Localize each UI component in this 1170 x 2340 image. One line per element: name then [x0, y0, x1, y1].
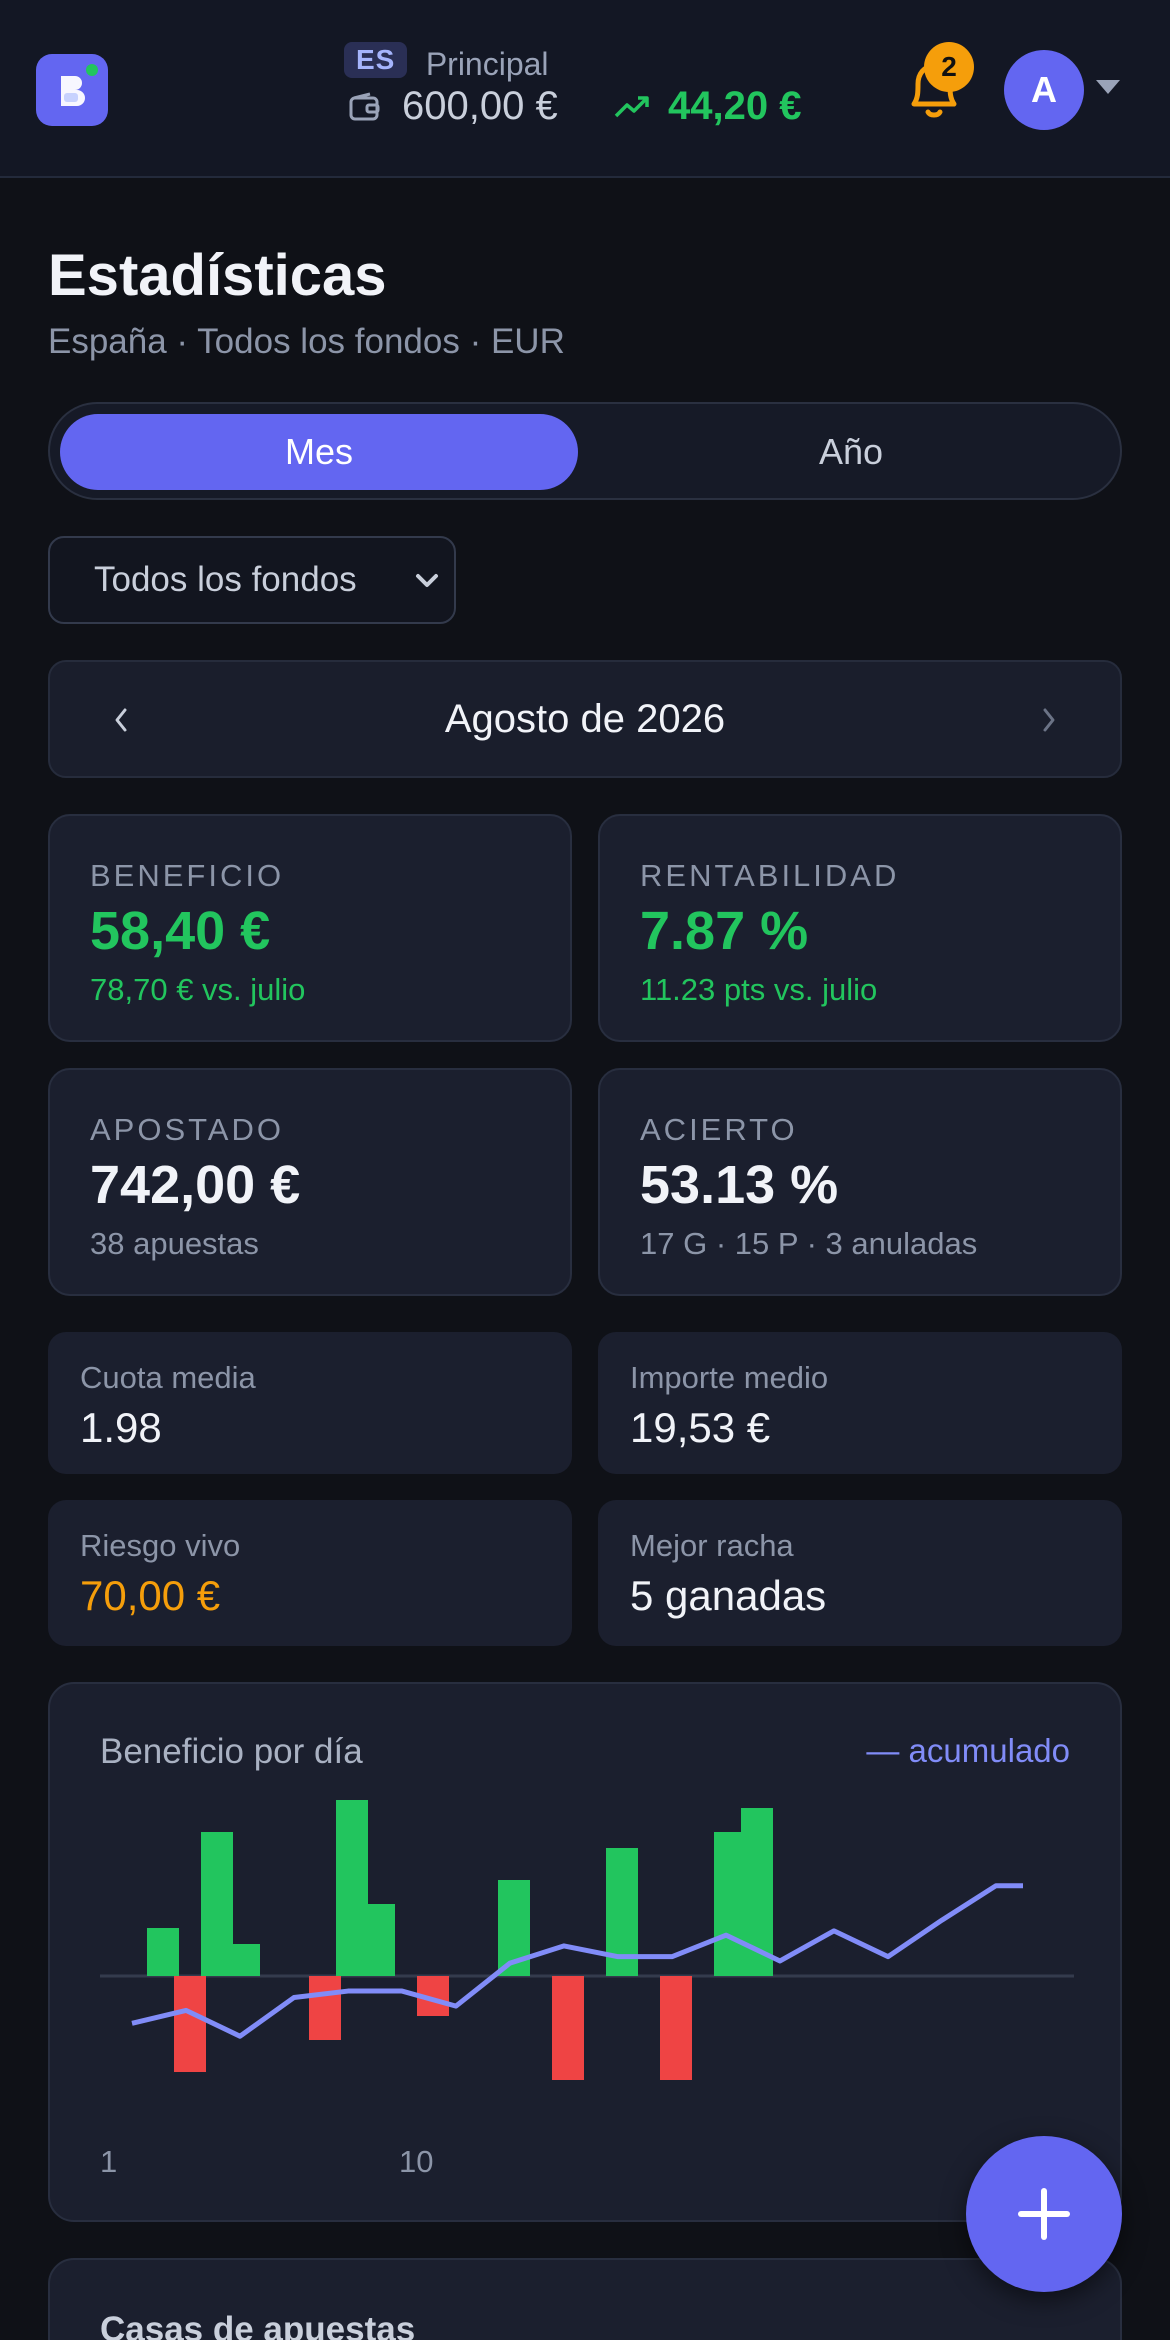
profit: 44,20 €	[614, 84, 801, 129]
account-selector[interactable]: ES Principal	[344, 42, 549, 83]
page-subtitle: España · Todos los fondos · EUR	[48, 322, 565, 361]
chevron-down-icon	[416, 574, 438, 587]
chart-legend: — acumulado	[866, 1732, 1070, 1769]
card-sub: 38 apuestas	[90, 1226, 259, 1261]
app-logo[interactable]	[36, 54, 108, 126]
card-value: 53.13 %	[640, 1155, 839, 1215]
chart-title: Beneficio por día	[100, 1732, 363, 1771]
balance-value: 600,00 €	[402, 84, 558, 128]
tab-year[interactable]: Año	[590, 414, 1112, 490]
card-value: 742,00 €	[90, 1155, 301, 1215]
tab-month[interactable]: Mes	[60, 414, 578, 490]
month-navigator: Agosto de 2026	[48, 660, 1122, 778]
mini-value: 19,53 €	[630, 1404, 771, 1451]
mini-value: 70,00 €	[80, 1572, 221, 1619]
mini-importe-medio: Importe medio 19,53 €	[598, 1332, 1122, 1474]
card-label: APOSTADO	[90, 1112, 284, 1147]
mini-riesgo-vivo: Riesgo vivo 70,00 €	[48, 1500, 572, 1646]
card-label: RENTABILIDAD	[640, 858, 900, 893]
wallet-icon	[349, 92, 380, 120]
mini-mejor-racha: Mejor racha 5 ganadas	[598, 1500, 1122, 1646]
chevron-down-icon[interactable]	[1096, 80, 1120, 94]
profit-value: 44,20 €	[668, 84, 802, 128]
fund-select[interactable]: Todos los fondos	[48, 536, 456, 624]
mini-value: 5 ganadas	[630, 1572, 827, 1619]
bar-day-3	[174, 1976, 206, 2072]
x-tick-label: 10	[399, 2144, 433, 2179]
notification-badge: 2	[924, 42, 974, 92]
add-bet-button[interactable]	[966, 2136, 1122, 2292]
bar-day-21	[660, 1976, 692, 2080]
card-apostado: APOSTADO 742,00 € 38 apuestas	[48, 1068, 572, 1296]
bookmakers-card: Casas de apuestas	[48, 2258, 1122, 2340]
status-dot	[86, 64, 98, 76]
card-label: ACIERTO	[640, 1112, 798, 1147]
card-label: BENEFICIO	[90, 858, 285, 893]
bar-day-2	[147, 1928, 179, 1976]
card-acierto: ACIERTO 53.13 % 17 G · 15 P · 3 anuladas	[598, 1068, 1122, 1296]
plus-icon	[1041, 2188, 1047, 2240]
card-sub: 78,70 € vs. julio	[90, 972, 306, 1007]
mini-cuota-media: Cuota media 1.98	[48, 1332, 572, 1474]
logo-b-icon	[61, 76, 85, 106]
card-rentabilidad: RENTABILIDAD 7.87 % 11.23 pts vs. julio	[598, 814, 1122, 1042]
bar-day-17	[552, 1976, 584, 2080]
bar-day-5	[228, 1944, 260, 1976]
chart-card: 1 10 Beneficio por día — acumulado	[48, 1682, 1122, 2222]
mini-label: Riesgo vivo	[80, 1528, 241, 1563]
card-value: 58,40 €	[90, 901, 271, 961]
month-label: Agosto de 2026	[444, 697, 726, 741]
trend-up-icon	[614, 95, 649, 117]
bar-day-8	[309, 1976, 341, 2040]
country-badge: ES	[344, 42, 408, 78]
card-beneficio: BENEFICIO 58,40 € 78,70 € vs. julio	[48, 814, 572, 1042]
mini-label: Mejor racha	[630, 1528, 794, 1563]
x-tick-label: 1	[100, 2144, 117, 2179]
bar-day-10	[363, 1904, 395, 1976]
section-title: Casas de apuestas	[100, 2310, 416, 2340]
card-sub: 17 G · 15 P · 3 anuladas	[640, 1226, 978, 1261]
fund-select-value: Todos los fondos	[94, 560, 357, 599]
chevron-right-icon[interactable]	[1038, 700, 1060, 740]
avatar[interactable]: A	[1004, 50, 1084, 130]
top-bar: ES Principal 600,00 € 44,20 € 2 A	[0, 0, 1170, 178]
balance: 600,00 €	[348, 84, 558, 129]
mini-value: 1.98	[80, 1404, 162, 1451]
mini-label: Cuota media	[80, 1360, 256, 1395]
card-value: 7.87 %	[640, 901, 809, 961]
page-title: Estadísticas	[48, 243, 387, 308]
card-sub: 11.23 pts vs. julio	[640, 972, 878, 1007]
account-name: Principal	[425, 46, 549, 83]
mini-label: Importe medio	[630, 1360, 829, 1395]
period-toggle: Mes Año	[48, 402, 1122, 500]
